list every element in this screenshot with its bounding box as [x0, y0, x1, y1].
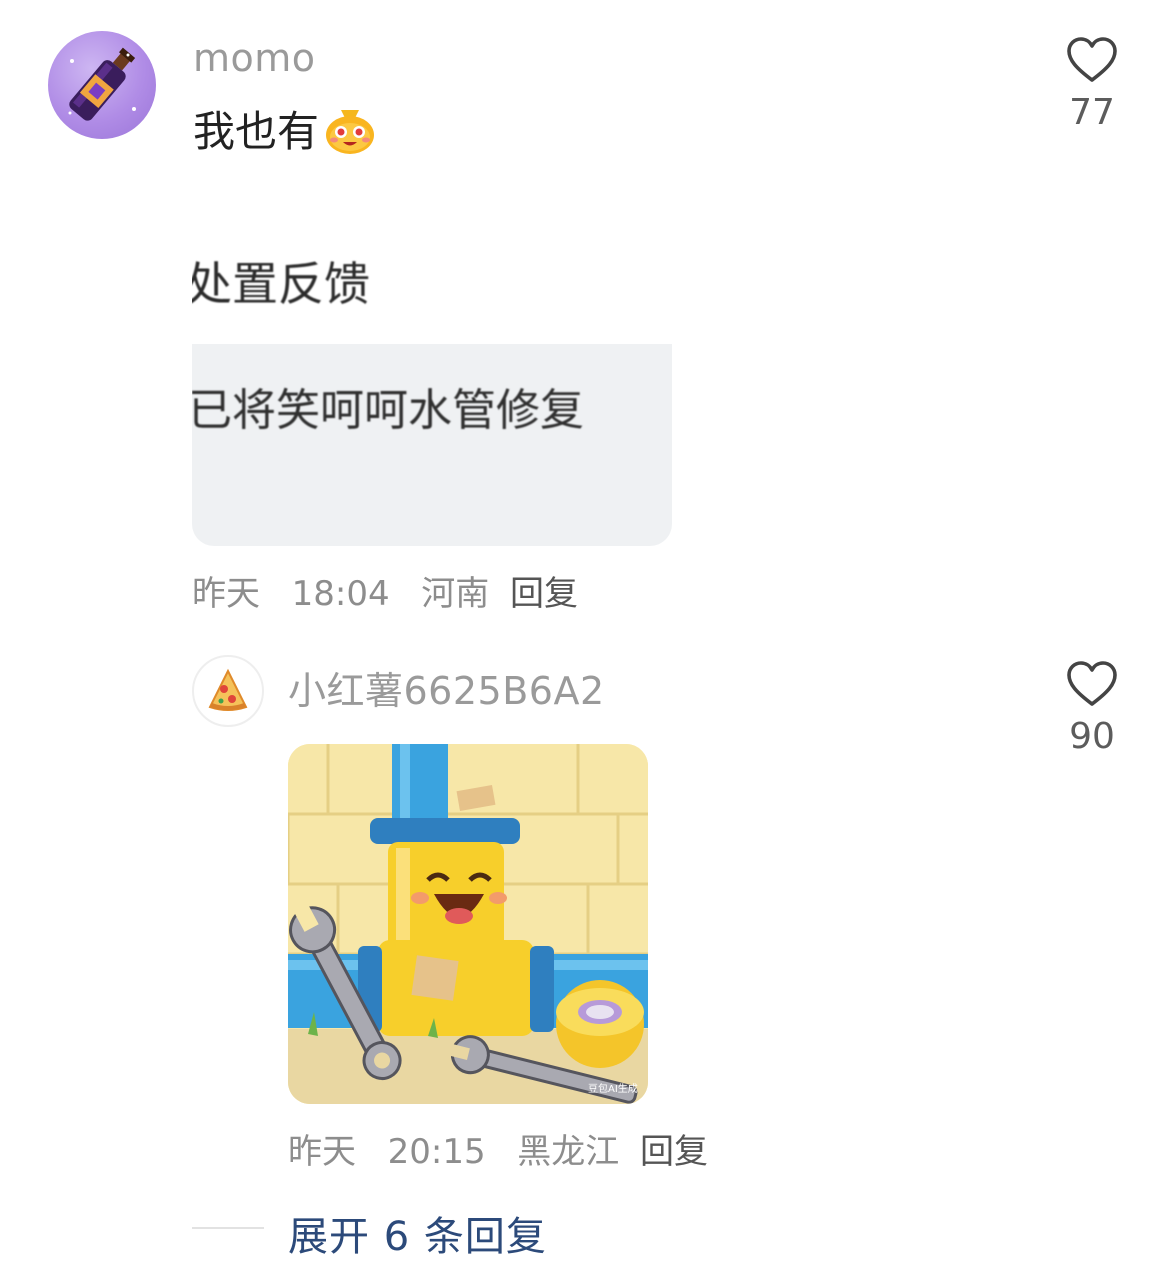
reply-location: 黑龙江 — [517, 1132, 620, 1172]
reply-like-count: 90 — [1069, 716, 1115, 757]
money-bag-face-emoji-icon — [326, 109, 375, 154]
reply-like-button[interactable]: 90 — [1052, 660, 1132, 757]
comment-image[interactable]: 处置反馈 已将笑呵呵水管修复 — [192, 232, 672, 546]
image-text-line2: 已将笑呵呵水管修复 — [192, 385, 584, 436]
comment-thread: momo 我也有 77 处置反馈 已将笑呵呵水管修复 昨天 18:04 河南 回… — [0, 0, 1170, 1276]
reply-time: 20:15 — [387, 1132, 486, 1172]
heart-icon — [1067, 661, 1117, 706]
expand-divider — [192, 1227, 264, 1229]
comment-meta: 昨天 18:04 河南 回复 — [192, 566, 578, 615]
comment-body: 我也有 — [193, 107, 320, 156]
smiling-pipe-illustration-icon: 豆包AI生成 — [288, 744, 648, 1104]
reply-date: 昨天 — [288, 1132, 356, 1172]
comment-location: 河南 — [421, 574, 490, 614]
comment-date: 昨天 — [192, 574, 260, 614]
like-count: 77 — [1069, 92, 1115, 133]
reply-button[interactable]: 回复 — [510, 574, 578, 614]
pizza-slice-icon — [208, 668, 248, 711]
avatar[interactable] — [48, 31, 156, 139]
heart-icon — [1067, 37, 1117, 82]
reply-username[interactable]: 小红薯6625B6A2 — [288, 660, 605, 715]
image-watermark: 豆包AI生成 — [588, 1082, 638, 1095]
comment-text: 我也有 — [193, 98, 377, 159]
reply-avatar[interactable] — [192, 655, 264, 727]
expand-replies-button[interactable]: 展开 6 条回复 — [288, 1204, 547, 1262]
comment-time: 18:04 — [291, 574, 390, 614]
like-button[interactable]: 77 — [1052, 36, 1132, 133]
reply-meta: 昨天 20:15 黑龙江 回复 — [288, 1124, 708, 1173]
wine-bottle-icon — [68, 47, 136, 121]
reply-reply-button[interactable]: 回复 — [640, 1132, 708, 1172]
username[interactable]: momo — [193, 36, 316, 80]
image-text-line1: 处置反馈 — [192, 257, 370, 311]
reply-image[interactable]: 豆包AI生成 — [288, 744, 648, 1104]
